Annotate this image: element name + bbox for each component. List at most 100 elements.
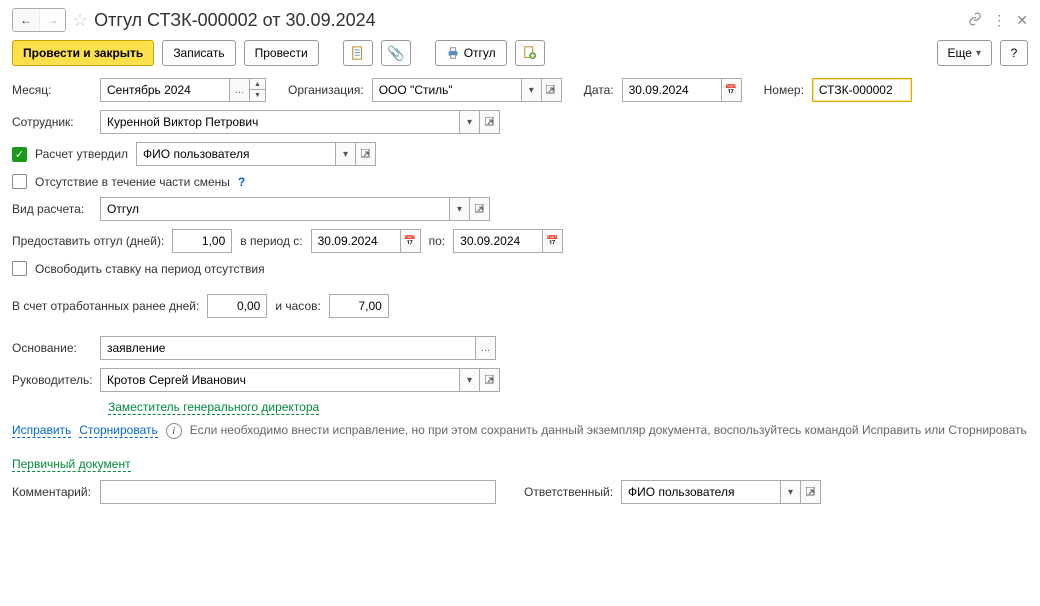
printer-icon: [446, 46, 460, 60]
row-primary-doc: Первичный документ: [12, 457, 1028, 472]
print-button[interactable]: Отгул: [435, 40, 507, 66]
grant-days-input[interactable]: [172, 229, 232, 253]
responsible-field: ▾: [621, 480, 821, 504]
row-employee: Сотрудник: ▾: [12, 110, 1028, 134]
calctype-open[interactable]: [470, 197, 490, 221]
approver-open[interactable]: [356, 142, 376, 166]
release-rate-label: Освободить ставку на период отсутствия: [35, 262, 265, 276]
period-to-calendar[interactable]: 📅: [543, 229, 563, 253]
row-manager: Руководитель: ▾: [12, 368, 1028, 392]
employee-field: ▾: [100, 110, 500, 134]
reason-label: Основание:: [12, 341, 92, 355]
org-label: Организация:: [288, 83, 364, 97]
employee-open[interactable]: [480, 110, 500, 134]
month-up[interactable]: ▲: [250, 78, 266, 90]
row-reason: Основание: …: [12, 336, 1028, 360]
doc-plus-icon: [523, 46, 537, 60]
month-select-button[interactable]: …: [230, 78, 250, 102]
post-and-close-button[interactable]: Провести и закрыть: [12, 40, 154, 66]
period-from-field: 📅: [311, 229, 421, 253]
manager-label: Руководитель:: [12, 373, 92, 387]
report-icon: [351, 46, 365, 60]
row-manager-pos: Заместитель генерального директора: [12, 400, 1028, 415]
employee-label: Сотрудник:: [12, 115, 92, 129]
open-icon: [485, 375, 495, 385]
correct-link[interactable]: Исправить: [12, 423, 71, 438]
responsible-dropdown[interactable]: ▾: [781, 480, 801, 504]
primary-doc-link[interactable]: Первичный документ: [12, 457, 131, 472]
worked-days-label: В счет отработанных ранее дней:: [12, 299, 199, 313]
row-worked: В счет отработанных ранее дней: и часов:: [12, 294, 1028, 318]
month-input[interactable]: [100, 78, 230, 102]
manager-position-link[interactable]: Заместитель генерального директора: [108, 400, 319, 415]
number-input[interactable]: [812, 78, 912, 102]
back-button[interactable]: ←: [13, 9, 39, 31]
month-stepper: ▲ ▼: [250, 78, 266, 102]
favorite-icon[interactable]: ☆: [72, 10, 88, 31]
attach-button[interactable]: 📎: [381, 40, 411, 66]
partial-absence-help[interactable]: ?: [238, 175, 245, 189]
period-from-input[interactable]: [311, 229, 401, 253]
calendar-icon: 📅: [546, 236, 558, 247]
period-to-field: 📅: [453, 229, 563, 253]
manager-dropdown[interactable]: ▾: [460, 368, 480, 392]
responsible-open[interactable]: [801, 480, 821, 504]
release-rate-checkbox[interactable]: [12, 261, 27, 276]
row-comment: Комментарий: Ответственный: ▾: [12, 480, 1028, 504]
approver-dropdown[interactable]: ▾: [336, 142, 356, 166]
open-icon: [546, 85, 556, 95]
org-dropdown[interactable]: ▾: [522, 78, 542, 102]
row-approved: Расчет утвердил ▾: [12, 142, 1028, 166]
month-down[interactable]: ▼: [250, 90, 266, 102]
date-calendar[interactable]: 📅: [722, 78, 742, 102]
responsible-input[interactable]: [621, 480, 781, 504]
report-button[interactable]: [343, 40, 373, 66]
period-from-label: в период с:: [240, 234, 302, 248]
manager-field: ▾: [100, 368, 500, 392]
arrow-left-icon: ←: [20, 13, 32, 27]
row-calctype: Вид расчета: ▾: [12, 197, 1028, 221]
manager-open[interactable]: [480, 368, 500, 392]
link-icon[interactable]: [968, 12, 982, 29]
help-button[interactable]: ?: [1000, 40, 1028, 66]
toolbar: Провести и закрыть Записать Провести 📎 О…: [12, 40, 1028, 66]
reason-input[interactable]: [100, 336, 476, 360]
row-header-1: Месяц: … ▲ ▼ Организация: ▾ Дата: 📅 Номе…: [12, 78, 1028, 102]
open-icon: [485, 117, 495, 127]
comment-input[interactable]: [100, 480, 496, 504]
create-based-button[interactable]: [515, 40, 545, 66]
approver-input[interactable]: [136, 142, 336, 166]
worked-days-input[interactable]: [207, 294, 267, 318]
arrow-right-icon: →: [47, 13, 59, 27]
period-to-label: по:: [429, 234, 446, 248]
open-icon: [806, 487, 816, 497]
row-partial: Отсутствие в течение части смены ?: [12, 174, 1028, 189]
calendar-icon: 📅: [404, 236, 416, 247]
post-button[interactable]: Провести: [244, 40, 319, 66]
approver-field: ▾: [136, 142, 376, 166]
close-icon[interactable]: ✕: [1016, 12, 1028, 29]
org-input[interactable]: [372, 78, 522, 102]
row-grant: Предоставить отгул (дней): в период с: 📅…: [12, 229, 1028, 253]
reverse-link[interactable]: Сторнировать: [79, 423, 157, 438]
more-button[interactable]: Еще: [937, 40, 992, 66]
save-button[interactable]: Записать: [162, 40, 235, 66]
partial-absence-checkbox[interactable]: [12, 174, 27, 189]
calctype-dropdown[interactable]: ▾: [450, 197, 470, 221]
period-to-input[interactable]: [453, 229, 543, 253]
reason-select[interactable]: …: [476, 336, 496, 360]
employee-dropdown[interactable]: ▾: [460, 110, 480, 134]
responsible-label: Ответственный:: [524, 485, 613, 499]
open-icon: [361, 149, 371, 159]
kebab-icon[interactable]: ⋮: [992, 12, 1006, 29]
forward-button[interactable]: →: [39, 9, 65, 31]
calctype-input[interactable]: [100, 197, 450, 221]
calc-approved-checkbox[interactable]: [12, 147, 27, 162]
period-from-calendar[interactable]: 📅: [401, 229, 421, 253]
nav-buttons: ← →: [12, 8, 66, 32]
employee-input[interactable]: [100, 110, 460, 134]
manager-input[interactable]: [100, 368, 460, 392]
worked-hours-input[interactable]: [329, 294, 389, 318]
org-open[interactable]: [542, 78, 562, 102]
date-input[interactable]: [622, 78, 722, 102]
